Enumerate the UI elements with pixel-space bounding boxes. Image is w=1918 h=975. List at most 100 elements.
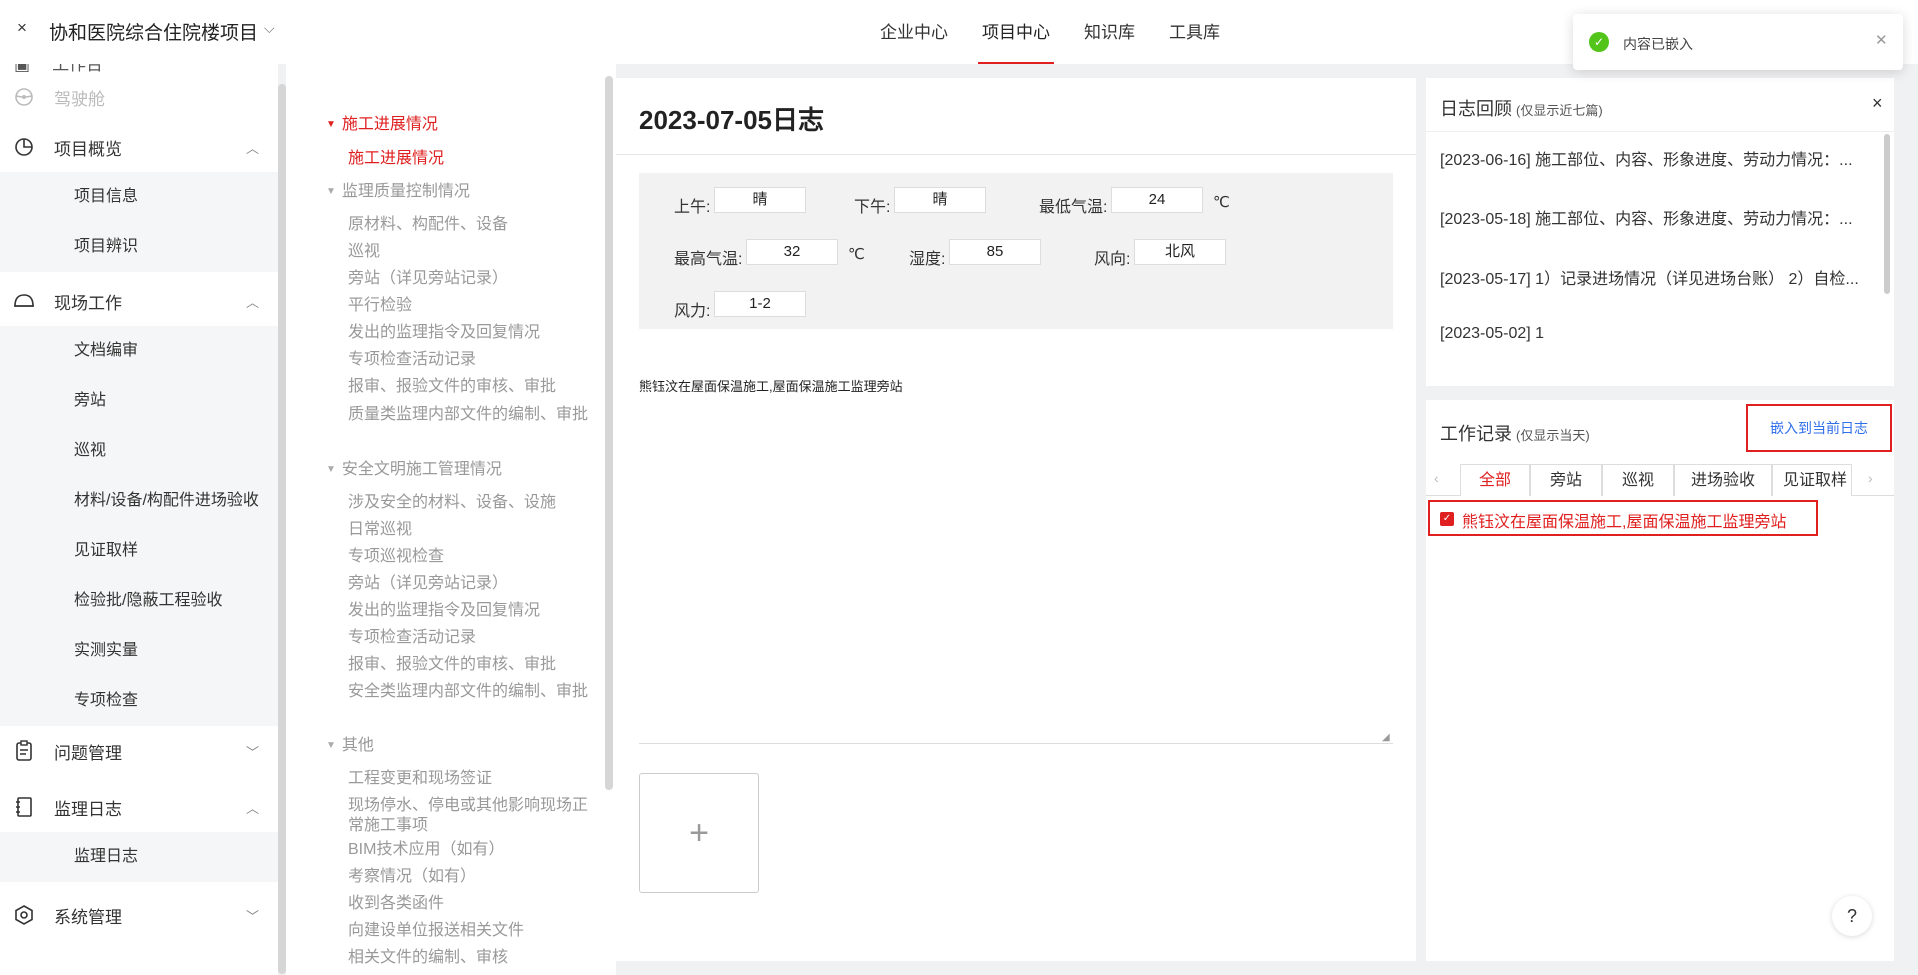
review-item[interactable]: [2023-05-18] 施工部位、内容、形象进度、劳动力情况：... xyxy=(1440,205,1876,229)
review-item[interactable]: [2023-05-02] 1 xyxy=(1440,325,1876,343)
sidebar-item-overview[interactable]: 项目概览 ︿ xyxy=(0,122,278,172)
outline-item[interactable]: 现场停水、停电或其他影响现场正常施工事项 xyxy=(348,796,588,836)
outline-item[interactable]: 专项巡视检查 xyxy=(348,547,588,567)
checkbox-checked-icon[interactable]: ✓ xyxy=(1440,512,1454,526)
success-toast: ✓ 内容已嵌入 ✕ xyxy=(1573,14,1903,70)
outline-scrollbar[interactable] xyxy=(605,76,613,790)
outline-item[interactable]: 涉及安全的材料、设备、设施 xyxy=(348,493,588,513)
outline-item[interactable]: 旁站（详见旁站记录） xyxy=(348,269,588,289)
outline-section-other[interactable]: ▼ 其他 xyxy=(326,736,374,756)
nav-toolbox[interactable]: 工具库 xyxy=(1169,0,1220,64)
outline-section-safety[interactable]: ▼ 安全文明施工管理情况 xyxy=(326,460,502,480)
help-button[interactable]: ? xyxy=(1832,896,1872,936)
caret-down-icon: ▼ xyxy=(326,119,336,130)
close-icon[interactable]: × xyxy=(1872,93,1883,114)
max-temp-field: 最高气温: 32 ℃ xyxy=(674,239,865,269)
review-item[interactable]: [2023-05-17] 1）记录进场情况（详见进场台账） 2）自检... xyxy=(1440,265,1876,289)
nav-knowledge-base[interactable]: 知识库 xyxy=(1084,0,1135,64)
tab-witness-sampling[interactable]: 见证取样 xyxy=(1772,464,1852,496)
outline-item[interactable]: 相关文件的编制、审核 xyxy=(348,948,588,968)
outline-item[interactable]: 质量类监理内部文件的编制、审批 xyxy=(348,405,588,425)
outline-item[interactable]: 发出的监理指令及回复情况 xyxy=(348,601,588,621)
outline-item[interactable]: 旁站（详见旁站记录） xyxy=(348,574,588,594)
wind-direction-input[interactable]: 北风 xyxy=(1134,239,1226,265)
upload-image-button[interactable]: + xyxy=(639,773,759,893)
outline-item[interactable]: BIM技术应用（如有） xyxy=(348,840,588,860)
sidebar-item-inspection-lot[interactable]: 检验批/隐蔽工程验收 xyxy=(0,576,278,626)
steering-wheel-icon xyxy=(12,85,36,109)
sidebar-item-witness-sampling[interactable]: 见证取样 xyxy=(0,526,278,576)
outline-item[interactable]: 报审、报验文件的审核、审批 xyxy=(348,377,588,397)
chevron-left-icon[interactable]: ‹ xyxy=(1434,470,1439,486)
celsius-unit: ℃ xyxy=(848,246,865,263)
review-title: 日志回顾 (仅显示近七篇) xyxy=(1440,99,1603,119)
sidebar-item-special-check[interactable]: 专项检查 xyxy=(0,676,278,726)
am-weather-input[interactable]: 晴 xyxy=(714,187,806,213)
sidebar-item-measurement[interactable]: 实测实量 xyxy=(0,626,278,676)
check-circle-icon: ✓ xyxy=(1589,32,1609,52)
outline-item[interactable]: 安全类监理内部文件的编制、审批 xyxy=(348,682,588,702)
outline-item[interactable]: 报审、报验文件的审核、审批 xyxy=(348,655,588,675)
tab-patrol[interactable]: 巡视 xyxy=(1602,464,1674,496)
nav-enterprise-center[interactable]: 企业中心 xyxy=(880,0,948,64)
am-weather-field: 上午: 晴 xyxy=(674,187,806,217)
sidebar-item-side-station[interactable]: 旁站 xyxy=(0,376,278,426)
helmet-icon xyxy=(12,289,36,313)
sidebar-item-doc-review[interactable]: 文档编审 xyxy=(0,326,278,376)
humidity-field: 湿度: 85 xyxy=(909,239,1041,269)
sidebar-item-issues[interactable]: 问题管理 ﹀ xyxy=(0,726,278,776)
record-item[interactable]: ✓ 熊钰汶在屋面保温施工,屋面保温施工监理旁站 xyxy=(1428,500,1818,536)
sidebar-item-patrol[interactable]: 巡视 xyxy=(0,426,278,476)
max-temp-input[interactable]: 32 xyxy=(746,239,838,265)
chevron-down-icon[interactable]: ⌵ xyxy=(264,20,275,37)
wind-force-input[interactable]: 1-2 xyxy=(714,291,806,317)
min-temp-input[interactable]: 24 xyxy=(1111,187,1203,213)
close-icon[interactable]: ✕ xyxy=(1875,31,1888,49)
outline-item[interactable]: 发出的监理指令及回复情况 xyxy=(348,323,588,343)
min-temp-field: 最低气温: 24 ℃ xyxy=(1039,187,1230,217)
sidebar-item-material-acceptance[interactable]: 材料/设备/构配件进场验收 xyxy=(0,476,278,526)
weather-panel: 上午: 晴 下午: 晴 最低气温: 24 ℃ 最高气温: 32 ℃ 湿度: 85… xyxy=(639,173,1393,329)
review-scrollbar[interactable] xyxy=(1884,134,1890,294)
outline-item[interactable]: 巡视 xyxy=(348,242,588,262)
tab-entry-acceptance[interactable]: 进场验收 xyxy=(1674,464,1772,496)
journal-submenu: 监理日志 xyxy=(0,832,278,882)
sidebar-scrollbar[interactable] xyxy=(278,84,286,974)
sidebar-item-site-work[interactable]: 现场工作 ︿ xyxy=(0,276,278,326)
outline-item[interactable]: 平行检验 xyxy=(348,296,588,316)
sidebar-item-project-identify[interactable]: 项目辨识 xyxy=(0,222,278,272)
resize-handle-icon[interactable]: ◢ xyxy=(1382,732,1390,743)
outline-item[interactable]: 考察情况（如有） xyxy=(348,867,588,887)
outline-item[interactable]: 专项检查活动记录 xyxy=(348,350,588,370)
project-name[interactable]: 协和医院综合住院楼项目 xyxy=(49,18,258,45)
sidebar-item-system[interactable]: 系统管理 ﹀ xyxy=(0,890,278,940)
sidebar-item-journal[interactable]: 监理日志 ︿ xyxy=(0,782,278,832)
tab-side-station[interactable]: 旁站 xyxy=(1530,464,1602,496)
outline-item[interactable]: 日常巡视 xyxy=(348,520,588,540)
outline-item[interactable]: 收到各类函件 xyxy=(348,894,588,914)
divider xyxy=(1426,131,1894,132)
outline-section-quality[interactable]: ▼ 监理质量控制情况 xyxy=(326,182,470,202)
outline-section-progress[interactable]: ▼ 施工进展情况 xyxy=(326,115,438,135)
humidity-input[interactable]: 85 xyxy=(949,239,1041,265)
outline-item[interactable]: 原材料、构配件、设备 xyxy=(348,215,588,235)
nav-project-center[interactable]: 项目中心 xyxy=(978,0,1054,64)
sidebar-item-project-info[interactable]: 项目信息 xyxy=(0,172,278,222)
outline-item[interactable]: 专项检查活动记录 xyxy=(348,628,588,648)
notebook-icon xyxy=(12,795,36,819)
wind-force-field: 风力: 1-2 xyxy=(674,291,806,321)
chevron-right-icon[interactable]: › xyxy=(1868,470,1873,486)
journal-content-textarea[interactable]: 熊钰汶在屋面保温施工,屋面保温施工监理旁站 xyxy=(639,376,903,395)
overview-submenu: 项目信息 项目辨识 xyxy=(0,172,278,272)
sidebar-item-cockpit[interactable]: 驾驶舱 xyxy=(0,72,278,122)
sidebar-item-journal-sub[interactable]: 监理日志 xyxy=(0,832,278,882)
review-item[interactable]: [2023-06-16] 施工部位、内容、形象进度、劳动力情况：... xyxy=(1440,146,1876,170)
embed-to-journal-button[interactable]: 嵌入到当前日志 xyxy=(1746,404,1892,452)
tab-all[interactable]: 全部 xyxy=(1460,464,1530,496)
outline-item[interactable]: 向建设单位报送相关文件 xyxy=(348,921,588,941)
celsius-unit: ℃ xyxy=(1213,194,1230,211)
outline-item[interactable]: 施工进展情况 xyxy=(348,149,588,169)
close-icon[interactable]: × xyxy=(17,18,27,38)
outline-item[interactable]: 工程变更和现场签证 xyxy=(348,769,588,789)
pm-weather-input[interactable]: 晴 xyxy=(894,187,986,213)
